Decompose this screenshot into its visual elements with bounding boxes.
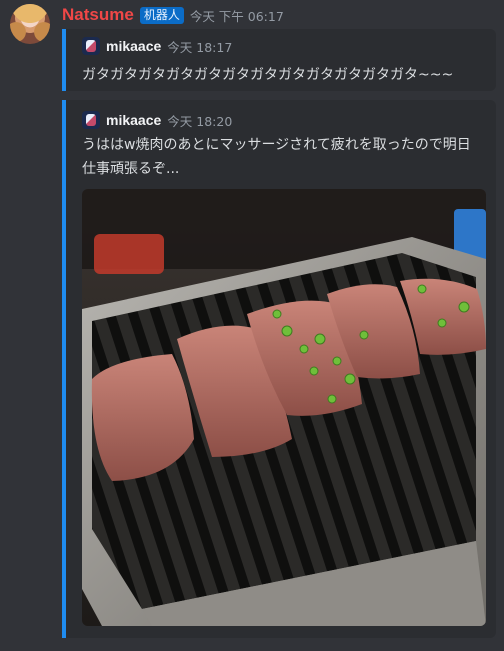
quote-timestamp: 今天 18:17: [167, 39, 233, 55]
quote-header: mikaace 今天 18:17: [82, 36, 232, 56]
grill-illustration: [82, 189, 486, 626]
message-timestamp[interactable]: 今天 下午 06:17: [190, 6, 284, 25]
mikaace-avatar-icon[interactable]: [82, 111, 100, 129]
quote-text: ガタガタガタガタガタガタガタガタガタガタガタガタ~~~: [82, 67, 454, 83]
quote-header: mikaace 今天 18:20: [82, 110, 232, 130]
quote-text: うははw焼肉のあとにマッサージされて疲れを取ったので明日仕事頑張るぞ...: [82, 137, 471, 177]
bot-message: Natsume 机器人 今天 下午 06:17 mikaace 今天 18:17…: [0, 0, 504, 651]
yakiniku-grill-photo[interactable]: [82, 189, 486, 626]
author-name[interactable]: Natsume: [62, 5, 134, 25]
quote-block-1: mikaace 今天 18:17 ガタガタガタガタガタガタガタガタガタガタガタガ…: [62, 29, 496, 91]
avatar-hair-icon: [10, 4, 50, 44]
mikaace-avatar-icon[interactable]: [82, 37, 100, 55]
quote-block-2: mikaace 今天 18:20 うははw焼肉のあとにマッサージされて疲れを取っ…: [62, 100, 496, 638]
message-header: Natsume 机器人 今天 下午 06:17: [62, 4, 284, 26]
quote-author[interactable]: mikaace: [106, 112, 161, 128]
quote-author[interactable]: mikaace: [106, 38, 161, 54]
quote-timestamp: 今天 18:20: [167, 113, 233, 129]
bot-badge: 机器人: [139, 6, 184, 24]
natsume-avatar[interactable]: [10, 4, 50, 44]
